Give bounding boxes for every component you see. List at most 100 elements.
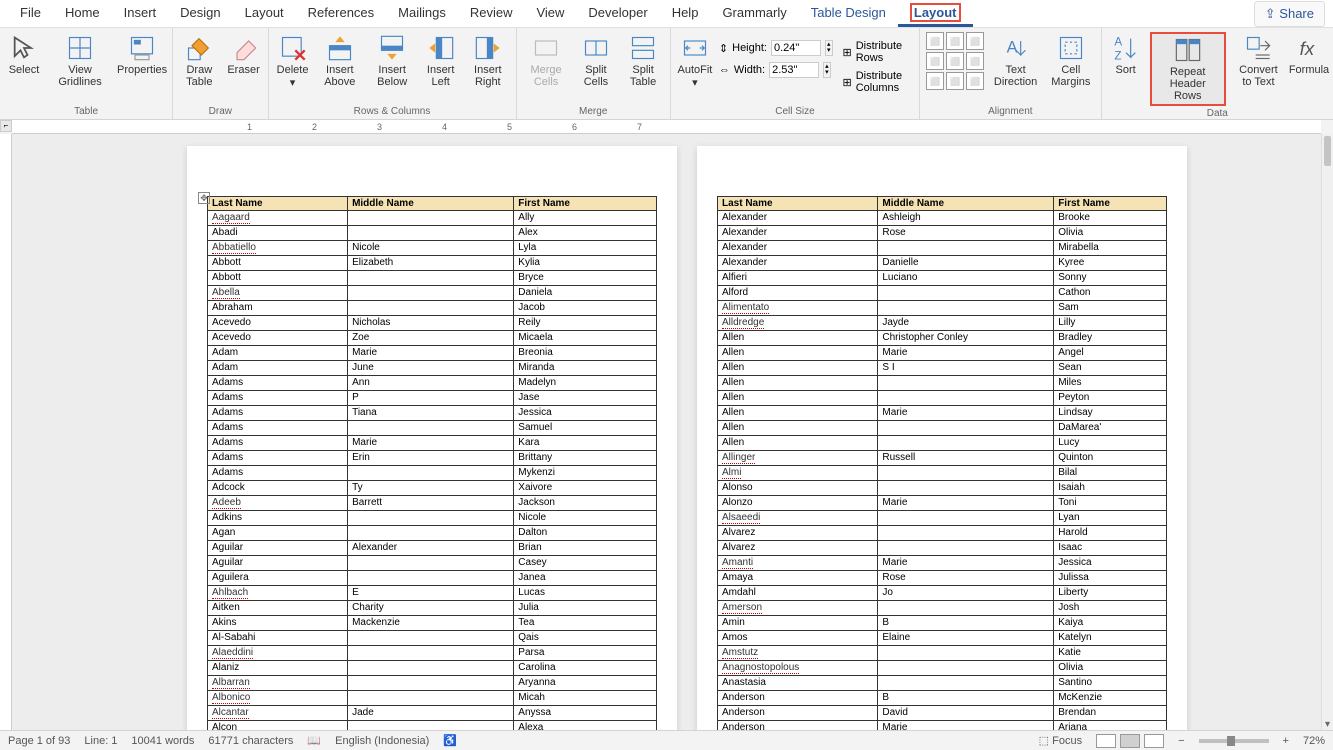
table-cell[interactable]: Alsaeedi [718,511,878,526]
table-cell[interactable]: Micaela [514,331,657,346]
table-cell[interactable]: Carolina [514,661,657,676]
table-cell[interactable]: Alaeddini [208,646,348,661]
table-cell[interactable]: Micah [514,691,657,706]
zoom-out-button[interactable]: − [1178,735,1184,747]
table-cell[interactable]: Sonny [1054,271,1167,286]
table-row[interactable]: AganDalton [208,526,657,541]
table-cell[interactable]: Mackenzie [348,616,514,631]
table-cell[interactable]: Casey [514,556,657,571]
menu-design[interactable]: Design [168,1,232,27]
table-cell[interactable]: Alvarez [718,541,878,556]
table-cell[interactable]: Adcock [208,481,348,496]
split-cells-button[interactable]: Split Cells [576,32,617,90]
table-cell[interactable]: Jessica [514,406,657,421]
menu-mailings[interactable]: Mailings [386,1,458,27]
table-cell[interactable]: Rose [878,571,1054,586]
table-row[interactable]: AdamsPJase [208,391,657,406]
properties-button[interactable]: Properties [118,32,166,78]
view-gridlines-button[interactable]: View Gridlines [48,32,112,90]
table-row[interactable]: AndersonBMcKenzie [718,691,1167,706]
table-cell[interactable] [878,541,1054,556]
menu-table-design[interactable]: Table Design [799,1,898,27]
table-cell[interactable] [878,646,1054,661]
table-cell[interactable]: Marie [348,346,514,361]
table-cell[interactable]: Almi [718,466,878,481]
column-header[interactable]: Last Name [208,197,348,211]
table-cell[interactable]: Marie [878,496,1054,511]
width-input[interactable] [769,62,819,78]
table-cell[interactable]: Adeeb [208,496,348,511]
table-cell[interactable]: Brooke [1054,211,1167,226]
scroll-down-icon[interactable]: ▾ [1322,719,1333,730]
menu-layout-2[interactable]: Layout [898,1,973,27]
web-layout-icon[interactable] [1144,734,1164,748]
table-row[interactable]: AlmiBilal [718,466,1167,481]
menu-insert[interactable]: Insert [112,1,169,27]
table-row[interactable]: Al-SabahiQais [208,631,657,646]
table-cell[interactable]: Samuel [514,421,657,436]
table-cell[interactable] [348,661,514,676]
draw-table-button[interactable]: Draw Table [179,32,219,90]
zoom-in-button[interactable]: + [1283,735,1289,747]
table-row[interactable]: AcevedoZoeMicaela [208,331,657,346]
table-cell[interactable]: B [878,691,1054,706]
table-row[interactable]: AdcockTyXaivore [208,481,657,496]
table-row[interactable]: AdamsAnnMadelyn [208,376,657,391]
table-cell[interactable]: Katie [1054,646,1167,661]
eraser-button[interactable]: Eraser [226,32,262,78]
table-cell[interactable]: Kyree [1054,256,1167,271]
table-cell[interactable]: Alexander [718,241,878,256]
table-cell[interactable]: Mykenzi [514,466,657,481]
table-cell[interactable]: Harold [1054,526,1167,541]
table-cell[interactable]: Sam [1054,301,1167,316]
table-cell[interactable]: Christopher Conley [878,331,1054,346]
table-row[interactable]: AllenDaMarea' [718,421,1167,436]
status-line[interactable]: Line: 1 [84,735,117,747]
table-cell[interactable]: Lucy [1054,436,1167,451]
table-cell[interactable]: Alcon [208,721,348,731]
table-cell[interactable]: Nicole [348,241,514,256]
table-row[interactable]: AmayaRoseJulissa [718,571,1167,586]
table-cell[interactable]: Olivia [1054,661,1167,676]
table-cell[interactable]: Alex [514,226,657,241]
table-cell[interactable]: Ariana [1054,721,1167,731]
table-cell[interactable]: Marie [878,721,1054,731]
table-cell[interactable]: Alonzo [718,496,878,511]
table-cell[interactable]: Amerson [718,601,878,616]
table-cell[interactable] [878,301,1054,316]
height-spinner[interactable]: ▴▾ [825,40,833,56]
table-cell[interactable]: Allen [718,331,878,346]
table-cell[interactable] [878,676,1054,691]
table-row[interactable]: AmdahlJoLiberty [718,586,1167,601]
table-cell[interactable]: Allen [718,391,878,406]
table-cell[interactable]: Alvarez [718,526,878,541]
table-cell[interactable] [348,301,514,316]
column-header[interactable]: First Name [1054,197,1167,211]
table-cell[interactable]: Amanti [718,556,878,571]
table-cell[interactable]: Allen [718,436,878,451]
table-cell[interactable]: Agan [208,526,348,541]
convert-to-text-button[interactable]: Convert to Text [1232,32,1285,90]
autofit-button[interactable]: AutoFit▾ [677,32,713,91]
table-cell[interactable]: Jayde [878,316,1054,331]
scrollbar-thumb[interactable] [1324,136,1331,166]
column-header[interactable]: Middle Name [348,197,514,211]
table-cell[interactable]: Anderson [718,691,878,706]
table-cell[interactable]: Kylia [514,256,657,271]
table-row[interactable]: AmantiMarieJessica [718,556,1167,571]
table-cell[interactable]: Amin [718,616,878,631]
table-row[interactable]: AllingerRussellQuinton [718,451,1167,466]
table-cell[interactable]: Bradley [1054,331,1167,346]
table-cell[interactable]: Katelyn [1054,631,1167,646]
table-cell[interactable]: Quinton [1054,451,1167,466]
table-cell[interactable]: Jade [348,706,514,721]
table-cell[interactable]: Jacob [514,301,657,316]
table-cell[interactable]: Anderson [718,721,878,731]
table-cell[interactable]: Danielle [878,256,1054,271]
table-cell[interactable]: Tea [514,616,657,631]
table-cell[interactable]: Abadi [208,226,348,241]
table-cell[interactable]: Lindsay [1054,406,1167,421]
table-cell[interactable]: Alexander [718,211,878,226]
table-cell[interactable]: Lucas [514,586,657,601]
zoom-slider[interactable] [1199,739,1269,743]
